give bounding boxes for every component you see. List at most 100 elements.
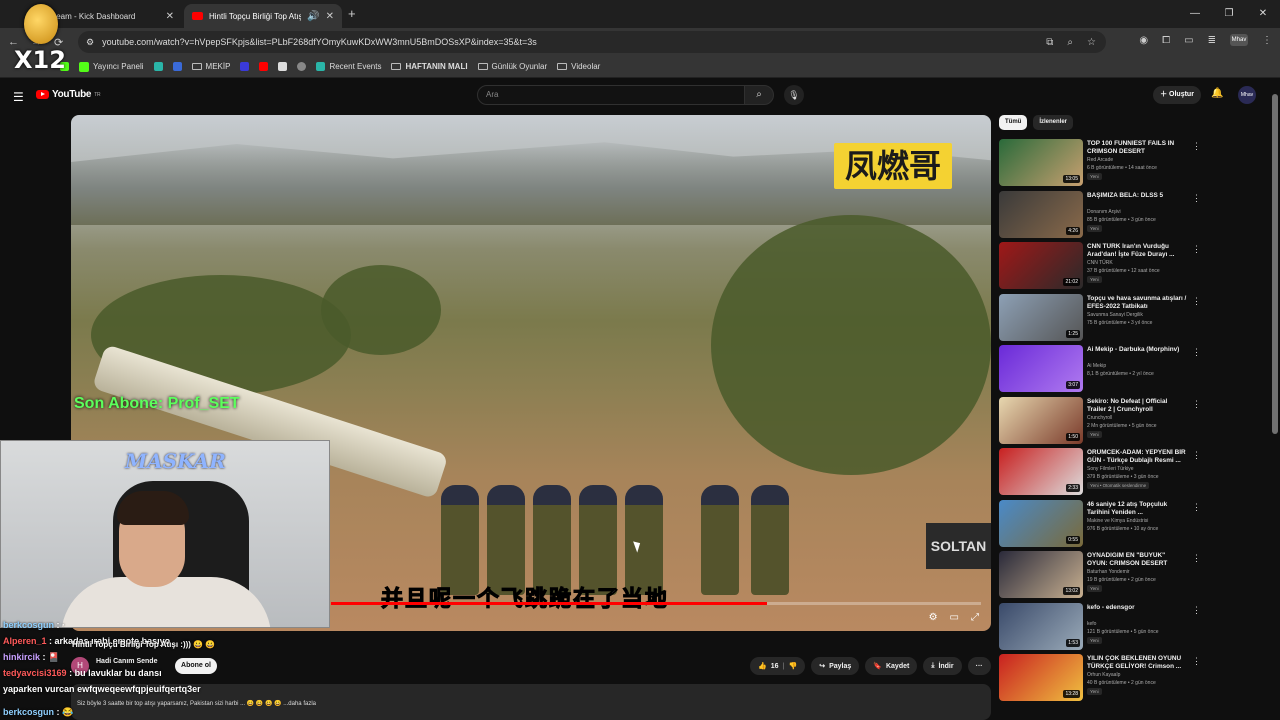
bookmark-haftanin-mali[interactable]: HAFTANIN MALI	[391, 62, 468, 71]
video-title[interactable]: CNN TÜRK İran'ın Vurduğu Arad'dan! İşte …	[1087, 243, 1187, 259]
miniplayer-icon[interactable]: ▭	[950, 612, 959, 623]
recommended-video[interactable]: 13:05 TOP 100 FUNNIEST FAILS IN CRIMSON D…	[999, 139, 1269, 191]
more-options-icon[interactable]: ⋮	[1192, 502, 1201, 513]
more-options-icon[interactable]: ⋮	[1192, 450, 1201, 461]
close-icon[interactable]: ✕	[326, 11, 334, 22]
site-info-icon[interactable]: ⚙	[86, 37, 94, 48]
progress-bar[interactable]	[331, 602, 981, 605]
recommended-video[interactable]: 4:26 BAŞIMIZA BELA: DLSS 5 Donanım Arşivi 8…	[999, 190, 1269, 243]
video-thumbnail[interactable]: 1:25	[999, 293, 1083, 341]
recommended-video[interactable]: 1:50 Sekiro: No Defeat | Official Trailer…	[999, 396, 1269, 449]
video-duration: 1:50	[1066, 432, 1080, 441]
create-button[interactable]: ＋ Oluştur	[1153, 86, 1201, 104]
fullscreen-icon[interactable]: ⤢	[971, 612, 979, 623]
video-thumbnail[interactable]: 13:28	[999, 654, 1083, 701]
thumbs-up-icon: 👍	[758, 663, 767, 670]
more-options-icon[interactable]: ⋮	[1192, 399, 1201, 410]
account-avatar[interactable]: Mhav	[1238, 86, 1256, 104]
recommended-video[interactable]: 2:33 ÖRÜMCEK-ADAM: YEPYENİ BİR GÜN - Türk…	[999, 448, 1269, 500]
video-thumbnail[interactable]: 1:50	[999, 396, 1083, 444]
video-thumbnail[interactable]: 1:53	[999, 602, 1083, 650]
extension-icon[interactable]: ◉	[1139, 35, 1148, 46]
app-icon[interactable]	[172, 62, 182, 71]
recommended-video[interactable]: 3:07 Ai Mekip - Darbuka (Morphinv) Ai Meki…	[999, 345, 1269, 397]
recommended-video[interactable]: 1:25 Topçu ve hava savunma atışları / EFE…	[999, 293, 1269, 346]
youtube-logo[interactable]: YouTube TR	[36, 89, 101, 100]
video-title[interactable]: Ai Mekip - Darbuka (Morphinv)	[1087, 346, 1187, 354]
hamburger-menu-icon[interactable]: ☰	[13, 90, 24, 104]
video-thumbnail[interactable]: 21:02	[999, 242, 1083, 289]
close-window-icon[interactable]: ✕	[1246, 0, 1280, 28]
recommended-video[interactable]: 13:28 YILIN ÇOK BEKLENEN OYUNU TÜRKÇE GEL…	[999, 654, 1269, 706]
video-title[interactable]: OYNADIĞIM EN "BÜYÜK" OYUN: CRIMSON DESER…	[1087, 552, 1187, 568]
more-actions-button[interactable]: ···	[967, 657, 991, 675]
search-button[interactable]: ⌕	[744, 85, 774, 105]
bookmark-mekip[interactable]: MEKİP	[191, 62, 230, 71]
app-icon[interactable]	[240, 62, 250, 71]
video-title[interactable]: Sekiro: No Defeat | Official Trailer 2 |…	[1087, 398, 1187, 414]
video-thumbnail[interactable]: 13:05	[999, 139, 1083, 186]
scrollbar-thumb[interactable]	[1272, 94, 1278, 434]
url-field[interactable]: ⚙ youtube.com/watch?v=hVpepSFKpjs&list=P…	[78, 31, 1106, 53]
restore-icon[interactable]: ❐	[1212, 0, 1246, 28]
bookmark-yayinci-paneli[interactable]: Yayıncı Paneli	[79, 61, 144, 72]
video-thumbnail[interactable]: 0:55	[999, 499, 1083, 547]
tab-youtube-video[interactable]: Hintli Topçu Birliği Top Atışı 🔊 ✕	[184, 4, 342, 28]
more-options-icon[interactable]: ⋮	[1192, 553, 1201, 564]
zoom-icon[interactable]: ⌕	[1067, 37, 1073, 48]
recommended-video[interactable]: 21:02 CNN TÜRK İran'ın Vurduğu Arad'dan! …	[999, 242, 1269, 294]
more-options-icon[interactable]: ⋮	[1192, 296, 1201, 307]
new-tab-button[interactable]: +	[348, 6, 356, 21]
video-thumbnail[interactable]: 4:26	[999, 190, 1083, 238]
bookmark-videolar[interactable]: Videolar	[557, 62, 600, 71]
thumbs-down-icon[interactable]: 👎	[788, 662, 797, 670]
video-thumbnail[interactable]: 3:07	[999, 345, 1083, 392]
video-title[interactable]: 46 saniye 12 atış Topçuluk Tarihini Yeni…	[1087, 501, 1187, 517]
more-options-icon[interactable]: ⋮	[1192, 656, 1201, 667]
notifications-bell-icon[interactable]: 🔔	[1211, 88, 1223, 99]
chip-all[interactable]: Tümü	[999, 115, 1028, 130]
more-options-icon[interactable]: ⋮	[1192, 605, 1201, 616]
download-button[interactable]: ⤓ İndir	[923, 657, 962, 675]
voice-search-icon[interactable]: 🎙	[784, 85, 804, 105]
media-icon[interactable]: ≣	[1208, 35, 1216, 46]
search-input[interactable]: Ara	[477, 85, 745, 105]
video-title[interactable]: Topçu ve hava savunma atışları / EFES-20…	[1087, 295, 1187, 311]
profile-avatar[interactable]: Mhav	[1230, 34, 1248, 46]
install-icon[interactable]: ⧉	[1046, 37, 1053, 48]
video-thumbnail[interactable]: 13:02	[999, 551, 1083, 598]
video-title[interactable]: YILIN ÇOK BEKLENEN OYUNU TÜRKÇE GELİYOR!…	[1087, 655, 1187, 671]
more-options-icon[interactable]: ⋮	[1192, 141, 1201, 152]
app-icon[interactable]	[297, 62, 307, 71]
sidebar-icon[interactable]: ▭	[1184, 35, 1193, 46]
share-button[interactable]: ↪ Paylaş	[811, 657, 860, 675]
menu-icon[interactable]: ⋮	[1262, 35, 1272, 46]
speaker-icon[interactable]: 🔊	[307, 11, 319, 22]
youtube-icon[interactable]	[259, 62, 269, 71]
recommended-video[interactable]: 0:55 46 saniye 12 atış Topçuluk Tarihini …	[999, 499, 1269, 552]
bookmark-gunluk-oyunlar[interactable]: Günlük Oyunlar	[477, 62, 547, 71]
page-scrollbar[interactable]	[1272, 84, 1278, 714]
more-options-icon[interactable]: ⋮	[1192, 347, 1201, 358]
image-icon[interactable]	[278, 62, 288, 71]
settings-gear-icon[interactable]: ⚙	[929, 612, 938, 623]
video-title[interactable]: ÖRÜMCEK-ADAM: YEPYENİ BİR GÜN - Türkçe D…	[1087, 449, 1187, 465]
video-title[interactable]: kefo - edensgor	[1087, 604, 1187, 612]
save-button[interactable]: 🔖 Kaydet	[865, 657, 918, 675]
more-options-icon[interactable]: ⋮	[1192, 193, 1201, 204]
extensions-puzzle-icon[interactable]: ⧠	[1162, 35, 1170, 46]
url-text[interactable]: youtube.com/watch?v=hVpepSFKpjs&list=PLb…	[102, 37, 537, 47]
recommended-video[interactable]: 1:53 kefo - edensgor kefo 121 B görüntüleme…	[999, 602, 1269, 655]
video-thumbnail[interactable]: 2:33	[999, 448, 1083, 495]
more-options-icon[interactable]: ⋮	[1192, 244, 1201, 255]
video-title[interactable]: TOP 100 FUNNIEST FAILS IN CRIMSON DESERT	[1087, 140, 1187, 156]
bookmark-star-icon[interactable]: ☆	[1087, 37, 1096, 48]
close-icon[interactable]: ✕	[166, 11, 174, 22]
minimize-icon[interactable]: —	[1178, 0, 1212, 28]
bookmark-recent-events[interactable]: Recent Events	[316, 62, 381, 71]
app-icon[interactable]	[153, 62, 163, 71]
like-button[interactable]: 👍 16 | 👎	[750, 657, 806, 675]
video-title[interactable]: BAŞIMIZA BELA: DLSS 5	[1087, 192, 1187, 200]
chip-watched[interactable]: İzlenenler	[1033, 115, 1074, 130]
recommended-video[interactable]: 13:02 OYNADIĞIM EN "BÜYÜK" OYUN: CRIMSON …	[999, 551, 1269, 603]
